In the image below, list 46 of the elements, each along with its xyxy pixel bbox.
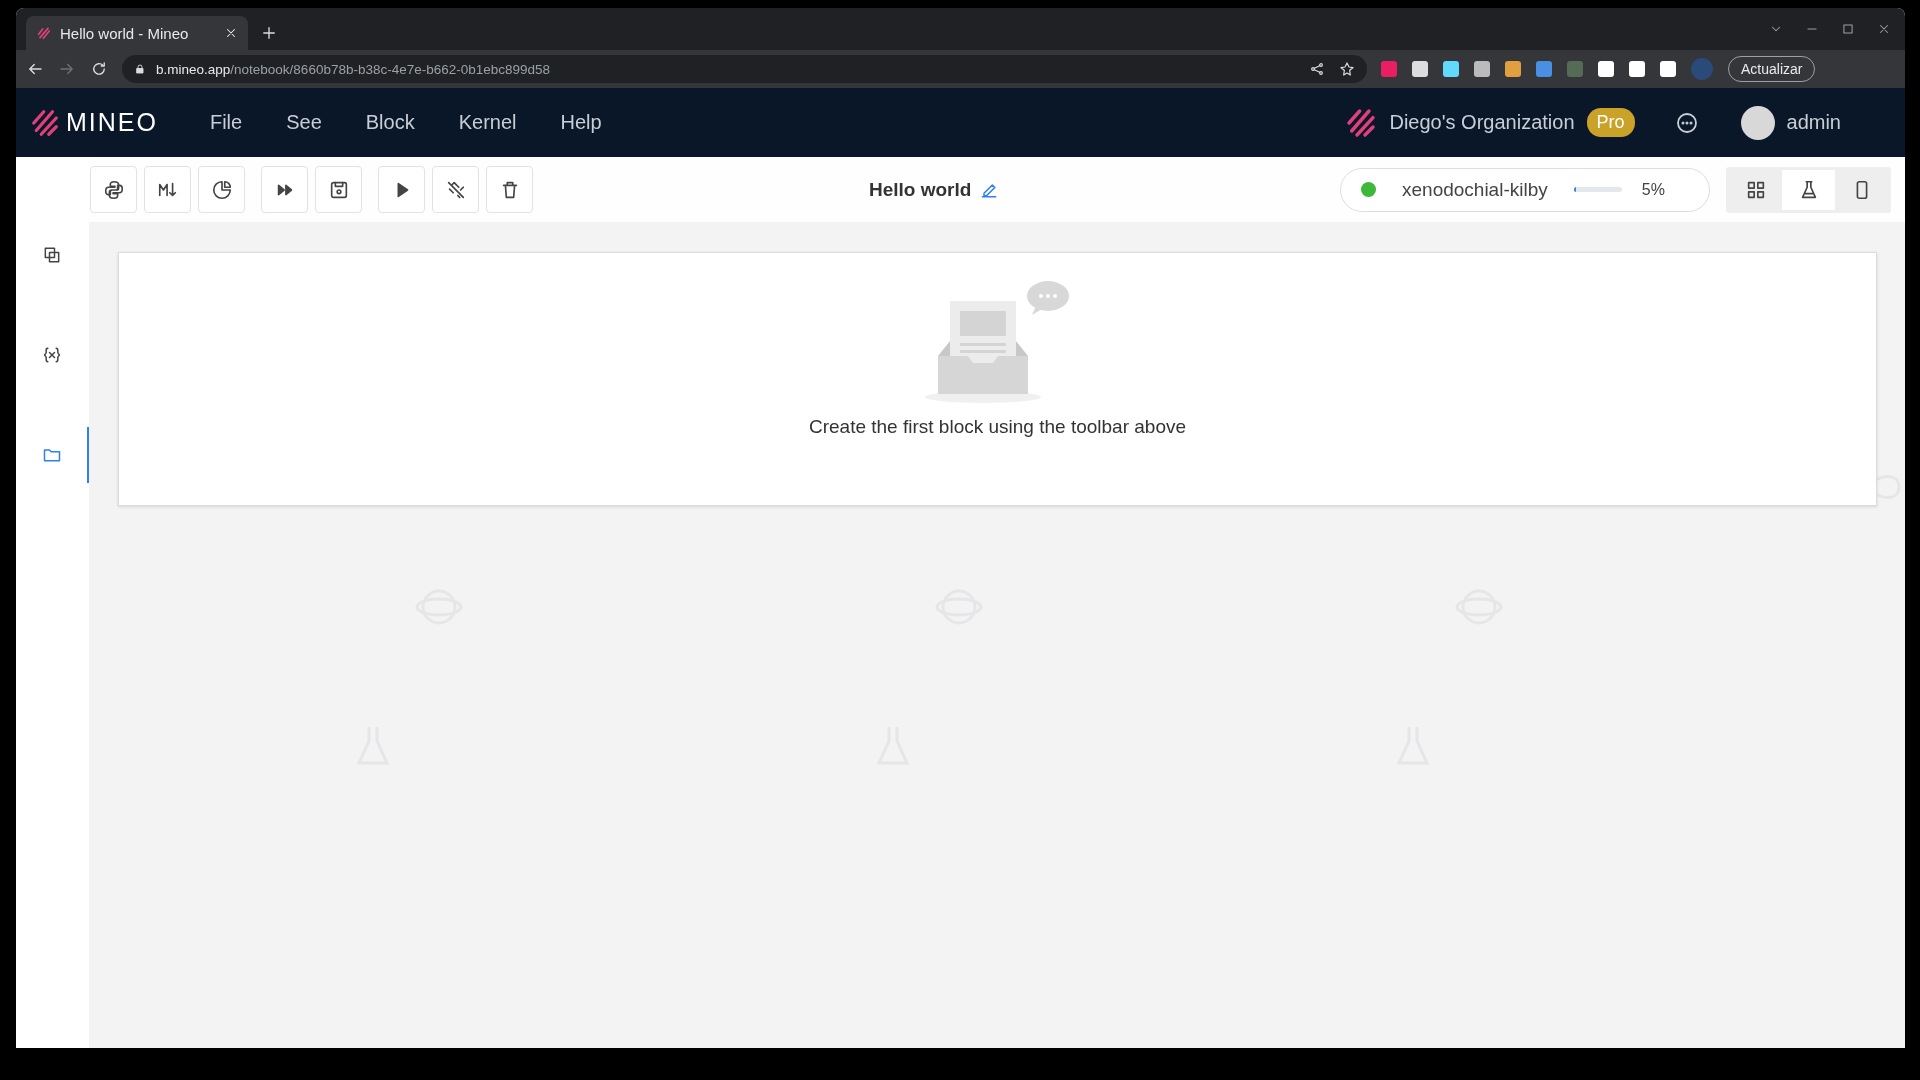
user-name[interactable]: admin bbox=[1786, 111, 1841, 134]
lab-view-button[interactable] bbox=[1782, 169, 1835, 210]
menu-item[interactable]: See bbox=[264, 105, 344, 140]
save-button[interactable] bbox=[315, 166, 362, 213]
notebook-title: Hello world bbox=[869, 178, 972, 201]
kernel-status[interactable]: xenodochial-kilby 5% bbox=[1340, 167, 1710, 212]
menu-item[interactable]: Block bbox=[343, 105, 437, 140]
python-icon bbox=[102, 178, 125, 201]
markdown-block-button[interactable] bbox=[144, 166, 191, 213]
status-dot bbox=[1361, 182, 1376, 197]
address-bar[interactable]: b.mineo.app/notebook/8660b78b-b38c-4e7e-b662-0b1ebc899d58 bbox=[122, 55, 1367, 83]
user-avatar[interactable] bbox=[1740, 105, 1775, 140]
extension-icon[interactable] bbox=[1629, 61, 1645, 77]
pie-chart-icon bbox=[210, 178, 233, 201]
star-icon bbox=[1339, 61, 1355, 77]
share-icon bbox=[1309, 61, 1325, 77]
plan-badge: Pro bbox=[1586, 108, 1635, 137]
reload-icon bbox=[90, 60, 108, 78]
kernel-name: xenodochial-kilby bbox=[1402, 178, 1548, 201]
chart-block-button[interactable] bbox=[198, 166, 245, 213]
close-icon bbox=[224, 26, 238, 40]
run-all-button[interactable] bbox=[261, 166, 308, 213]
delete-button[interactable] bbox=[486, 166, 533, 213]
disconnect-button[interactable] bbox=[432, 166, 479, 213]
logo-text: MINEO bbox=[66, 108, 158, 137]
extension-icon[interactable] bbox=[1412, 61, 1428, 77]
run-button[interactable] bbox=[378, 166, 425, 213]
usage-reading: 5% bbox=[1641, 180, 1665, 199]
extension-icon[interactable] bbox=[1660, 61, 1676, 77]
empty-state-message: Create the first block using the toolbar above bbox=[808, 416, 1187, 438]
striped-logo-icon bbox=[1345, 106, 1378, 139]
menu-item[interactable]: File bbox=[187, 105, 265, 140]
extension-icon[interactable] bbox=[1598, 61, 1614, 77]
lock-icon bbox=[134, 63, 146, 75]
striped-logo-icon bbox=[30, 107, 60, 138]
mineo-logo-icon bbox=[36, 25, 52, 41]
menu-item[interactable]: Help bbox=[538, 105, 624, 140]
chat-icon bbox=[1674, 110, 1699, 135]
maximize-icon bbox=[1841, 22, 1855, 36]
plus-icon bbox=[260, 24, 278, 42]
close-icon bbox=[1877, 22, 1891, 36]
menu-item[interactable]: Kernel bbox=[436, 105, 539, 140]
variable-icon bbox=[41, 345, 62, 365]
python-block-button[interactable] bbox=[90, 166, 137, 213]
browser-tab[interactable]: Hello world - Mineo bbox=[26, 16, 248, 50]
organization-name[interactable]: Diego's Organization bbox=[1389, 111, 1575, 134]
